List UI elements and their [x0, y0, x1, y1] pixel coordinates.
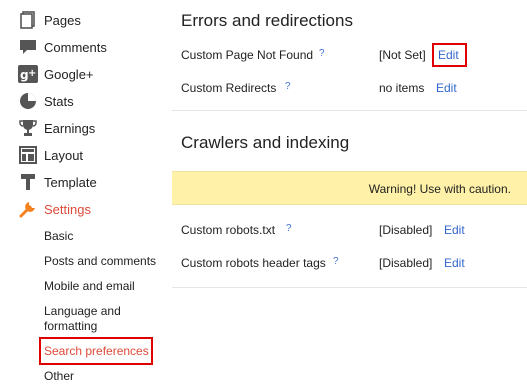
sidebar-item-label: Template [44, 174, 97, 190]
setting-value: no items [379, 81, 425, 95]
svg-text:+: + [28, 68, 36, 79]
settings-subitem-other[interactable]: Other [44, 369, 74, 384]
sidebar-item-label: Stats [44, 93, 74, 109]
edit-custom-robots-txt-link[interactable]: Edit [444, 223, 465, 237]
sidebar-item-pages[interactable]: Pages [18, 9, 81, 31]
warning-banner: Warning! Use with caution. [172, 171, 527, 205]
sidebar-item-earnings[interactable]: Earnings [18, 117, 95, 139]
crawlers-section-title: Crawlers and indexing [181, 133, 350, 152]
setting-name: Custom robots header tags [181, 256, 326, 270]
custom-redirects-row: Custom Redirects ? no items Edit [172, 78, 527, 100]
help-icon[interactable]: ? [286, 223, 292, 234]
custom-robots-txt-row: Custom robots.txt ? [Disabled] Edit [172, 220, 527, 242]
sidebar-item-settings[interactable]: Settings [18, 198, 91, 220]
setting-value: [Not Set] [379, 48, 426, 62]
stats-icon [18, 91, 38, 111]
help-icon[interactable]: ? [319, 48, 325, 59]
help-icon[interactable]: ? [333, 256, 339, 267]
search-preferences-highlight-box [39, 337, 153, 365]
sidebar-item-label: Layout [44, 147, 84, 163]
sidebar-item-template[interactable]: Template [18, 171, 97, 193]
sidebar-item-label: Pages [44, 12, 81, 28]
sidebar-item-label: Settings [44, 201, 91, 217]
sidebar-item-comments[interactable]: Comments [18, 36, 107, 58]
custom-page-not-found-row: Custom Page Not Found ? [Not Set] Edit [172, 45, 527, 67]
sidebar-item-google-plus[interactable]: g + Google+ [18, 63, 94, 85]
settings-subitem-basic[interactable]: Basic [44, 229, 73, 244]
earnings-icon [18, 118, 38, 138]
custom-robots-header-tags-row: Custom robots header tags ? [Disabled] E… [172, 253, 527, 275]
warning-text: Warning! Use with caution. [368, 182, 511, 196]
sidebar-item-label: Earnings [44, 120, 96, 136]
setting-value: [Disabled] [379, 223, 433, 237]
sidebar-item-layout[interactable]: Layout [18, 144, 83, 166]
main-content: Errors and redirections Custom Page Not … [172, 0, 527, 385]
sidebar-item-label: Google+ [44, 66, 94, 82]
help-icon[interactable]: ? [285, 81, 291, 92]
wrench-icon [18, 199, 38, 219]
errors-section-title: Errors and redirections [181, 11, 353, 30]
edit-highlight-box [432, 43, 467, 67]
settings-subitem-mobile-and-email[interactable]: Mobile and email [44, 279, 135, 294]
setting-name: Custom robots.txt [181, 223, 276, 237]
setting-value: [Disabled] [379, 256, 433, 270]
section-divider [172, 287, 527, 288]
settings-subitem-language-and-formatting[interactable]: Language and formatting [44, 304, 144, 334]
pages-icon [18, 10, 38, 30]
sidebar: Pages Comments g + Google+ Stats Earning… [0, 0, 170, 385]
sidebar-item-label: Comments [44, 39, 107, 55]
comments-icon [18, 37, 38, 57]
section-divider [172, 110, 527, 111]
setting-name: Custom Page Not Found [181, 48, 314, 62]
sidebar-item-stats[interactable]: Stats [18, 90, 74, 112]
setting-name: Custom Redirects [181, 81, 277, 95]
template-icon [18, 172, 38, 192]
layout-icon [18, 145, 38, 165]
edit-custom-robots-header-tags-link[interactable]: Edit [444, 256, 465, 270]
edit-custom-redirects-link[interactable]: Edit [436, 81, 457, 95]
google-plus-icon: g + [18, 64, 38, 84]
settings-subitem-posts-and-comments[interactable]: Posts and comments [44, 254, 156, 269]
